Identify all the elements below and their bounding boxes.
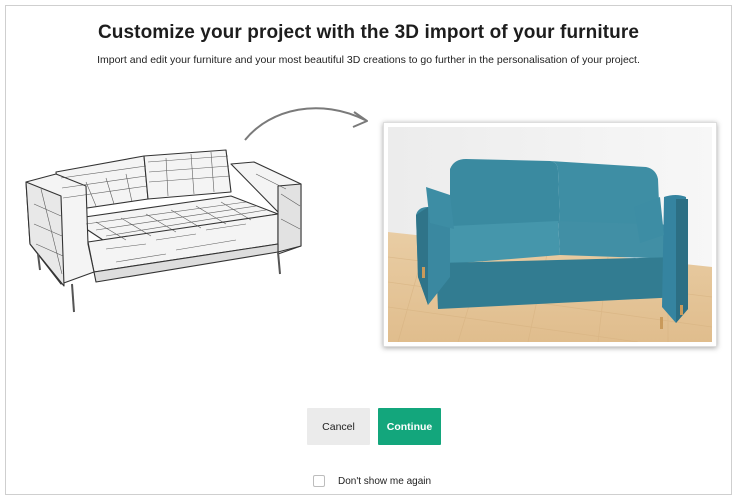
- dialog-subtitle: Import and edit your furniture and your …: [97, 54, 640, 66]
- rendered-sofa-image: [388, 127, 712, 342]
- wireframe-sofa-icon: [25, 149, 302, 313]
- dialog-title: Customize your project with the 3D impor…: [97, 22, 640, 43]
- curved-arrow-icon: [244, 107, 368, 141]
- dont-show-again-label: Don't show me again: [338, 475, 432, 487]
- cancel-button[interactable]: Cancel: [307, 408, 370, 445]
- dont-show-again-option[interactable]: Don't show me again: [313, 475, 431, 487]
- import-3d-dialog: Customize your project with the 3D impor…: [5, 5, 732, 495]
- rendered-sofa-frame: [383, 122, 717, 347]
- dont-show-again-checkbox[interactable]: [313, 475, 325, 487]
- continue-button[interactable]: Continue: [378, 408, 441, 445]
